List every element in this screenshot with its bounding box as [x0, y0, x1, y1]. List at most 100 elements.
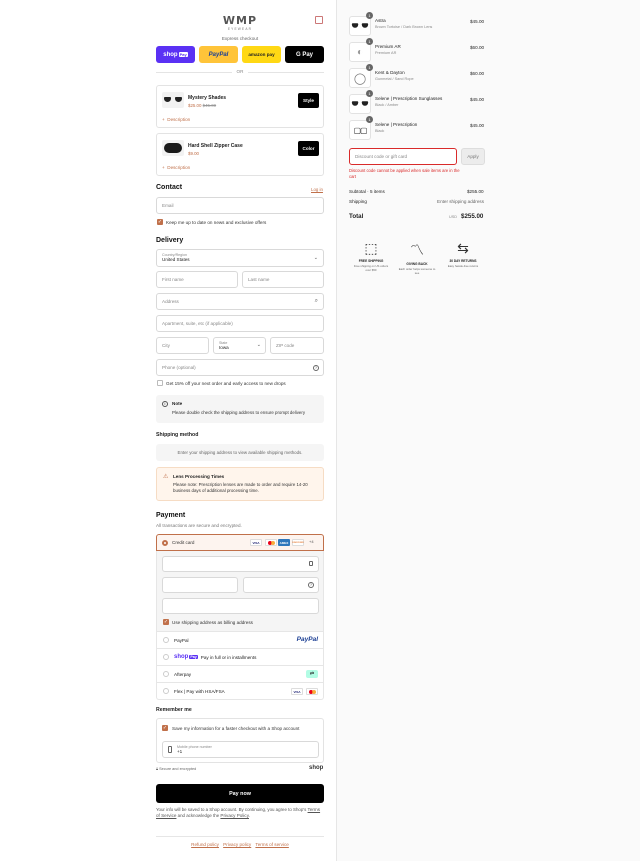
- promo-checkbox[interactable]: [157, 380, 163, 386]
- upsell-description-link[interactable]: + Description: [162, 165, 190, 170]
- product-thumbnail: [349, 94, 371, 114]
- first-name-placeholder: First name: [162, 277, 184, 282]
- amazon-pay-logo: amazon pay: [248, 52, 275, 57]
- remember-box: ✓ Save my information for a faster check…: [156, 718, 324, 763]
- discover-badge: DISCOVER: [292, 539, 304, 546]
- discount-code-field[interactable]: Discount code or gift card: [349, 148, 457, 165]
- afterpay-icon: ⇄: [306, 670, 318, 678]
- help-icon[interactable]: ?: [313, 365, 319, 371]
- card-expiry-field[interactable]: [162, 577, 238, 593]
- info-icon: i: [162, 401, 168, 407]
- shoppay-radio[interactable]: [163, 654, 169, 660]
- paypal-express-button[interactable]: PayPal: [199, 46, 238, 63]
- upsell-old-price: $45.00: [202, 103, 217, 108]
- credit-card-option[interactable]: Credit card VISA AMEX DISCOVER +4: [156, 534, 324, 551]
- paypal-label: PayPal: [174, 637, 189, 643]
- phone-icon: [168, 746, 172, 753]
- shoppay-badge: Pay: [178, 52, 188, 57]
- warning-icon: ⚠: [163, 474, 169, 480]
- last-name-field[interactable]: Last name: [242, 271, 324, 288]
- zip-field[interactable]: ZIP code: [270, 337, 324, 354]
- warning-title: Lens Processing Times: [173, 474, 225, 479]
- box-icon: ⬚: [364, 240, 378, 256]
- apartment-field[interactable]: Apartment, suite, etc (if applicable): [156, 315, 324, 332]
- upsell-description-link[interactable]: + Description: [162, 117, 190, 122]
- item-name: Selene | Prescription Sunglasses: [375, 96, 443, 101]
- mastercard-icon: [306, 688, 318, 695]
- cart-bag-icon[interactable]: [315, 16, 323, 24]
- login-link[interactable]: Log in: [311, 187, 323, 192]
- shoppay-express-button[interactable]: shop Pay: [156, 46, 195, 63]
- privacy-policy-link[interactable]: Privacy policy: [223, 842, 251, 847]
- help-icon[interactable]: ?: [308, 582, 314, 588]
- city-field[interactable]: City: [156, 337, 209, 354]
- upsell-card: Mystery Shades $25.00 $45.00 Style + Des…: [156, 85, 324, 128]
- afterpay-radio[interactable]: [163, 671, 169, 677]
- quantity-badge: 1: [366, 116, 373, 123]
- express-checkout-label: Express checkout: [221, 36, 259, 41]
- discount-placeholder: Discount code or gift card: [355, 154, 408, 159]
- upsell-description-label: Description: [167, 165, 191, 170]
- delivery-heading: Delivery: [156, 237, 184, 244]
- subtotal-value: $255.00: [467, 189, 484, 194]
- quantity-badge: 1: [366, 38, 373, 45]
- paypal-radio[interactable]: [163, 637, 169, 643]
- privacy-link[interactable]: Privacy Policy: [220, 813, 249, 818]
- upsell-style-button[interactable]: Style: [298, 93, 319, 108]
- flex-radio[interactable]: [163, 688, 169, 694]
- amex-badge: AMEX: [278, 539, 290, 546]
- upsell-color-button[interactable]: Color: [298, 141, 319, 156]
- zipper-case-image: [162, 140, 184, 156]
- item-name: Kent & Dayton: [375, 70, 405, 75]
- quantity-badge: 1: [366, 90, 373, 97]
- refund-policy-link[interactable]: Refund policy: [191, 842, 219, 847]
- flex-label: Flex | Pay with HSA/FSA: [174, 688, 225, 694]
- legal-dot: .: [249, 813, 251, 818]
- state-select[interactable]: State Iowa ⌄: [213, 337, 266, 354]
- apply-discount-button[interactable]: Apply: [461, 148, 485, 165]
- currency-label: USD: [449, 215, 458, 219]
- item-name: Selene | Prescription: [375, 122, 418, 127]
- credit-card-radio[interactable]: [162, 540, 168, 546]
- item-variant: Black / Amber: [375, 103, 399, 107]
- google-pay-button[interactable]: G Pay: [285, 46, 324, 63]
- country-select[interactable]: Country/Region United States ⌄: [156, 249, 324, 267]
- item-price: $60.00: [470, 71, 485, 76]
- billing-checkbox[interactable]: ✓: [163, 619, 169, 625]
- brand-logo[interactable]: WMP EYEWEAR: [218, 14, 262, 31]
- afterpay-option[interactable]: Afterpay ⇄: [156, 666, 324, 683]
- google-pay-logo: G Pay: [295, 51, 313, 58]
- lens-warning: ⚠ Lens Processing Times Please note: Pre…: [156, 467, 324, 501]
- note-text: Please double check the shipping address…: [172, 410, 306, 415]
- paypal-option[interactable]: PayPal PayPal: [156, 632, 324, 649]
- address-placeholder: Address: [162, 299, 179, 304]
- cart-item: 1 Selene | Prescription Sunglasses Black…: [349, 90, 485, 114]
- legal-and: and acknowledge the: [177, 813, 220, 818]
- item-price: $45.00: [470, 123, 485, 128]
- news-checkbox[interactable]: ✓: [157, 219, 163, 225]
- card-number-field[interactable]: [162, 556, 319, 572]
- payment-heading: Payment: [156, 512, 186, 519]
- card-name-field[interactable]: [162, 598, 319, 614]
- shoppay-option[interactable]: shop Pay Pay in full or in installments: [156, 649, 324, 666]
- credit-card-label: Credit card: [172, 540, 195, 545]
- amazon-pay-button[interactable]: amazon pay: [242, 46, 281, 63]
- flex-option[interactable]: Flex | Pay with HSA/FSA VISA: [156, 683, 324, 700]
- phone-field[interactable]: Phone (optional) ?: [156, 359, 324, 376]
- save-info-checkbox[interactable]: ✓: [162, 725, 168, 731]
- city-placeholder: City: [162, 343, 170, 348]
- email-field[interactable]: Email: [156, 197, 324, 214]
- warning-text: Please note: Prescription lenses are mad…: [173, 482, 308, 493]
- free-shipping-badge: ⬚ FREE SHIPPING Free shipping on US orde…: [351, 240, 391, 272]
- first-name-field[interactable]: First name: [156, 271, 238, 288]
- address-field[interactable]: Address ⌕: [156, 293, 324, 310]
- mobile-phone-field[interactable]: Mobile phone number +1: [162, 741, 319, 758]
- terms-of-service-link[interactable]: Terms of service: [255, 842, 288, 847]
- paypal-logo: PayPal: [208, 51, 229, 58]
- card-cvv-field[interactable]: ?: [243, 577, 319, 593]
- cart-item: ◐ 1 Premium AR Premium AR: [349, 38, 485, 62]
- pay-now-button[interactable]: Pay now: [156, 784, 324, 803]
- shop-logo: shop: [309, 765, 324, 771]
- apartment-placeholder: Apartment, suite, etc (if applicable): [162, 321, 233, 326]
- shoppay-badge: Pay: [189, 655, 198, 659]
